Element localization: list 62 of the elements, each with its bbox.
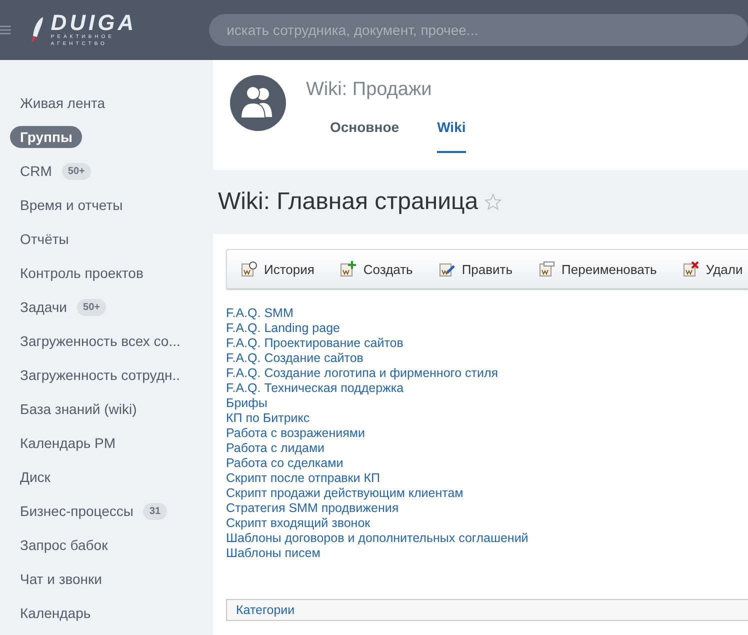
wiki-page-link[interactable]: Скрипт после отправки КП: [226, 471, 380, 486]
wiki-page-link[interactable]: F.A.Q. Создание логотипа и фирменного стиля: [226, 366, 498, 381]
star-icon[interactable]: [484, 193, 502, 211]
sidebar-item[interactable]: Бизнес-процессы: [10, 500, 144, 522]
wiki-page-icon: [340, 261, 356, 277]
toolbar-button[interactable]: Переименовать: [538, 261, 657, 277]
toolbar-button[interactable]: Править: [438, 261, 513, 277]
count-badge: 31: [143, 502, 167, 520]
group-avatar-icon: [230, 75, 286, 131]
wiki-page-link[interactable]: F.A.Q. Техническая поддержка: [226, 381, 404, 396]
wiki-page-link[interactable]: Шаблоны писем: [226, 546, 320, 561]
wiki-page-link[interactable]: Шаблоны договоров и дополнительных соглашений: [226, 531, 528, 546]
wiki-page-link[interactable]: F.A.Q. Landing page: [226, 321, 340, 336]
sidebar-item[interactable]: Загруженность всех со...: [10, 330, 190, 352]
toolbar-button[interactable]: Создать: [340, 261, 413, 277]
tab[interactable]: Wiki: [437, 119, 466, 153]
sidebar-item[interactable]: Время и отчеты: [10, 194, 133, 216]
sidebar-item[interactable]: Чат и звонки: [10, 568, 112, 590]
count-badge: 50+: [62, 162, 91, 180]
wiki-page-icon: [438, 261, 455, 277]
toolbar-label: Переименовать: [562, 262, 657, 276]
wiki-page-link[interactable]: Скрипт входящий звонок: [226, 516, 370, 531]
wiki-page-icon: [682, 261, 699, 277]
count-badge: 50+: [77, 298, 106, 316]
toolbar-button[interactable]: Удали: [682, 261, 743, 277]
search-field[interactable]: искать сотрудника, документ, прочее...: [208, 14, 748, 46]
group-title: Wiki: Продажи: [306, 79, 433, 101]
wiki-page-link[interactable]: F.A.Q. Проектирование сайтов: [226, 336, 404, 351]
logo-text: DUIGA: [50, 12, 137, 34]
sidebar-item[interactable]: База знаний (wiki): [10, 398, 147, 420]
toolbar-label: Создать: [363, 262, 413, 276]
sidebar-item[interactable]: Контроль проектов: [10, 262, 154, 284]
wiki-page-link[interactable]: Работа с возражениями: [226, 426, 365, 441]
sidebar-item[interactable]: CRM: [10, 160, 62, 182]
wiki-page-link[interactable]: Стратегия SMM продвижения: [226, 501, 399, 516]
menu-icon[interactable]: [0, 24, 11, 36]
wiki-page-link[interactable]: Брифы: [226, 396, 268, 411]
wiki-page-link[interactable]: Работа со сделками: [226, 456, 344, 471]
sidebar-item[interactable]: Группы: [10, 126, 82, 148]
categories-label: Категории: [236, 603, 295, 617]
page-title: Wiki: Главная страница: [218, 188, 478, 216]
rocket-icon: [28, 16, 45, 44]
sidebar-item[interactable]: Календарь: [10, 602, 101, 624]
sidebar-item[interactable]: Диск: [10, 466, 60, 488]
toolbar-label: Править: [462, 262, 513, 276]
wiki-page-icon: [538, 261, 555, 277]
sidebar-item[interactable]: Запрос бабок: [10, 534, 118, 556]
sidebar-item[interactable]: Отчёты: [10, 228, 79, 250]
wiki-page-icon: [241, 261, 257, 277]
toolbar-label: История: [264, 262, 314, 276]
sidebar-item[interactable]: Загруженность сотрудн..: [10, 364, 190, 386]
wiki-page-link[interactable]: Работа с лидами: [226, 441, 325, 456]
wiki-page-link[interactable]: F.A.Q. SMM: [226, 306, 294, 321]
sidebar-item[interactable]: Живая лента: [10, 92, 116, 114]
sidebar-item[interactable]: Календарь PM: [10, 432, 126, 454]
wiki-page-link[interactable]: Скрипт продажи действующим клиентам: [226, 486, 464, 501]
toolbar-label: Удали: [706, 262, 743, 276]
wiki-page-link[interactable]: КП по Битрикс: [226, 411, 310, 426]
toolbar-button[interactable]: История: [241, 261, 314, 277]
sidebar-item[interactable]: Задачи: [10, 296, 78, 318]
tab[interactable]: Основное: [330, 119, 400, 153]
wiki-page-link[interactable]: F.A.Q. Создание сайтов: [226, 351, 364, 366]
